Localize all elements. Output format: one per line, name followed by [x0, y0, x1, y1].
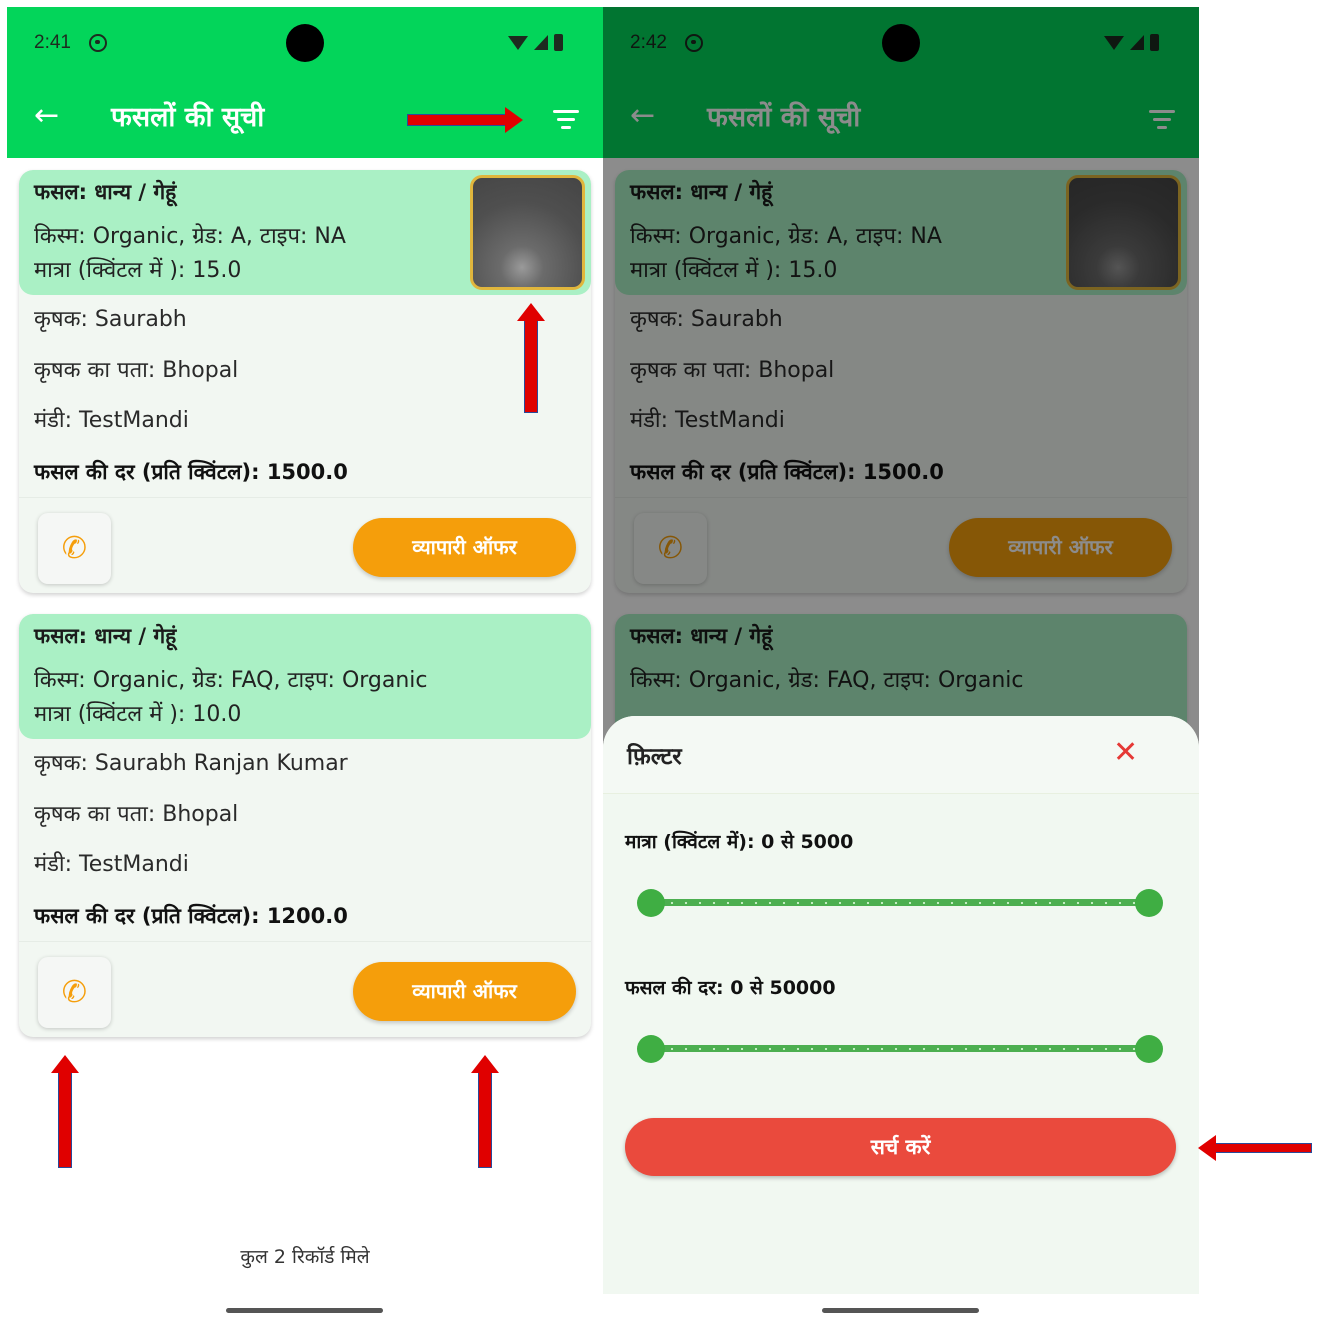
home-indicator[interactable]: [822, 1308, 979, 1313]
arrow-left-icon[interactable]: ←: [34, 101, 59, 131]
search-button[interactable]: सर्च करें: [625, 1118, 1176, 1176]
crop-list-screen: 2:41 ← फसलों की सूची फसल: धान्य / गेहूं …: [7, 7, 603, 1325]
crop-quantity: मात्रा (क्विंटल में ): 10.0: [34, 702, 242, 727]
status-bar: 2:41: [7, 7, 603, 77]
mandi-name: मंडी: TestMandi: [34, 852, 189, 877]
crop-card-actions: ✆ व्यापारी ऑफर: [19, 941, 591, 1037]
camera-cutout: [286, 24, 324, 62]
crop-card-details: कृषक: Saurabh कृषक का पता: Bhopal मंडी: …: [19, 295, 591, 497]
annotation-arrow-right-icon: [407, 106, 523, 134]
trader-offer-button[interactable]: व्यापारी ऑफर: [353, 518, 576, 577]
phone-icon: ✆: [61, 531, 88, 566]
signal-icon: [534, 35, 548, 50]
filter-title: फ़िल्टर: [627, 744, 682, 770]
quantity-range-label: मात्रा (क्विंटल में): 0 से 5000: [625, 831, 854, 853]
annotation-arrow-up-icon: [51, 1055, 79, 1168]
crop-card-actions: ✆ व्यापारी ऑफर: [19, 497, 591, 593]
home-indicator[interactable]: [226, 1308, 383, 1313]
filter-sheet-header: फ़िल्टर ✕: [603, 716, 1199, 794]
rate-max-handle[interactable]: [1135, 1035, 1163, 1063]
crop-rate: फसल की दर (प्रति क्विंटल): 1500.0: [34, 459, 348, 484]
filter-icon[interactable]: [553, 110, 579, 130]
quantity-min-handle[interactable]: [637, 889, 665, 917]
crop-card-header: फसल: धान्य / गेहूं किस्म: Organic, ग्रेड…: [19, 170, 591, 295]
crop-image-thumbnail[interactable]: [470, 175, 585, 290]
crop-variety: किस्म: Organic, ग्रेड: FAQ, टाइप: Organi…: [34, 668, 428, 693]
close-icon[interactable]: ✕: [1113, 738, 1138, 768]
crop-card-header: फसल: धान्य / गेहूं किस्म: Organic, ग्रेड…: [19, 614, 591, 739]
farmer-address: कृषक का पता: Bhopal: [34, 357, 239, 383]
sync-icon: [89, 34, 107, 52]
crop-list: फसल: धान्य / गेहूं किस्म: Organic, ग्रेड…: [7, 158, 603, 1318]
call-button[interactable]: ✆: [38, 957, 111, 1028]
rate-range-label: फसल की दर: 0 से 50000: [625, 977, 836, 999]
mandi-name: मंडी: TestMandi: [34, 408, 189, 433]
crop-card: फसल: धान्य / गेहूं किस्म: Organic, ग्रेड…: [19, 614, 591, 1037]
farmer-name: कृषक: Saurabh Ranjan Kumar: [34, 751, 348, 776]
rate-min-handle[interactable]: [637, 1035, 665, 1063]
farmer-address: कृषक का पता: Bhopal: [34, 801, 239, 827]
filter-screen: 2:42 ← फसलों की सूची फसल: धान्य / गेहूं …: [603, 7, 1199, 1325]
quantity-range-slider[interactable]: [637, 889, 1163, 917]
battery-icon: [554, 34, 563, 51]
crop-card: फसल: धान्य / गेहूं किस्म: Organic, ग्रेड…: [19, 170, 591, 593]
system-icons: [508, 34, 563, 51]
phone-icon: ✆: [61, 975, 88, 1010]
trader-offer-button[interactable]: व्यापारी ऑफर: [353, 962, 576, 1021]
camera-cutout: [882, 24, 920, 62]
annotation-arrow-up-icon: [471, 1055, 499, 1168]
crop-rate: फसल की दर (प्रति क्विंटल): 1200.0: [34, 903, 348, 928]
farmer-name: कृषक: Saurabh: [34, 307, 187, 332]
record-count: कुल 2 रिकॉर्ड मिले: [240, 1246, 370, 1268]
crop-card-details: कृषक: Saurabh Ranjan Kumar कृषक का पता: …: [19, 739, 591, 941]
call-button[interactable]: ✆: [38, 513, 111, 584]
rate-range-slider[interactable]: [637, 1035, 1163, 1063]
wifi-icon: [508, 35, 528, 50]
annotation-arrow-left-icon: [1198, 1134, 1312, 1162]
status-time: 2:41: [34, 32, 71, 53]
quantity-max-handle[interactable]: [1135, 889, 1163, 917]
annotation-arrow-up-icon: [517, 303, 545, 413]
filter-bottom-sheet: फ़िल्टर ✕ मात्रा (क्विंटल में): 0 से 500…: [603, 716, 1199, 1296]
crop-name: फसल: धान्य / गेहूं: [34, 624, 177, 648]
page-title: फसलों की सूची: [111, 102, 265, 133]
